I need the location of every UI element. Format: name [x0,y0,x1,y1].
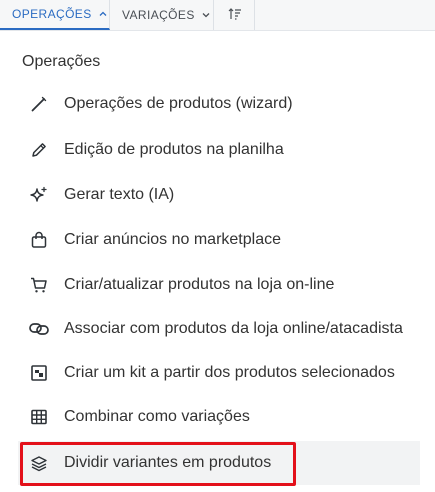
link-icon [28,318,50,340]
menu-item-label: Criar/atualizar produtos na loja on-line [64,276,335,293]
menu-item-label: Operações de produtos (wizard) [64,95,293,112]
menu-heading: Operações [22,53,101,70]
menu-item-label: Associar com produtos da loja online/ata… [64,320,403,337]
menu-item-associate-products[interactable]: Associar com produtos da loja online/ata… [18,309,420,349]
menu-item-label: Dividir variantes em produtos [64,454,272,471]
wand-icon [28,93,50,115]
menu-item-create-marketplace-listings[interactable]: Criar anúncios no marketplace [18,220,420,260]
grid-icon [28,406,50,428]
menu-item-product-operations-wizard[interactable]: Operações de produtos (wizard) [18,84,420,124]
menu-item-label: Criar um kit a partir dos produtos selec… [64,364,395,381]
menu-item-label: Edição de produtos na planilha [64,141,284,158]
variations-dropdown-button[interactable]: VARIAÇÕES [111,0,214,30]
pencil-icon [28,139,50,161]
kit-icon [28,362,50,384]
menu-item-label: Criar anúncios no marketplace [64,231,281,248]
toolbar: OPERAÇÕES VARIAÇÕES [0,0,435,31]
variations-label: VARIAÇÕES [122,8,195,22]
sort-icon [227,6,243,25]
menu-item-label: Combinar como variações [64,408,250,425]
operations-dropdown-button[interactable]: OPERAÇÕES [0,0,110,30]
menu-item-generate-text-ai[interactable]: Gerar texto (IA) [18,175,420,215]
sparkles-icon [28,184,50,206]
menu-item-label: Gerar texto (IA) [64,186,175,203]
operations-label: OPERAÇÕES [12,7,92,21]
layers-icon [28,452,50,474]
shopping-bag-icon [28,229,50,251]
menu-item-create-update-online-store[interactable]: Criar/atualizar produtos na loja on-line [18,265,420,305]
menu-item-split-variants-into-products[interactable]: Dividir variantes em produtos [18,443,420,483]
chevron-up-icon [98,9,108,19]
sort-button[interactable] [215,0,255,30]
cart-icon [28,274,50,296]
menu-item-create-kit[interactable]: Criar um kit a partir dos produtos selec… [18,353,420,393]
menu-item-edit-in-spreadsheet[interactable]: Edição de produtos na planilha [18,130,420,170]
chevron-down-icon [201,10,211,20]
menu-item-combine-as-variations[interactable]: Combinar como variações [18,397,420,437]
